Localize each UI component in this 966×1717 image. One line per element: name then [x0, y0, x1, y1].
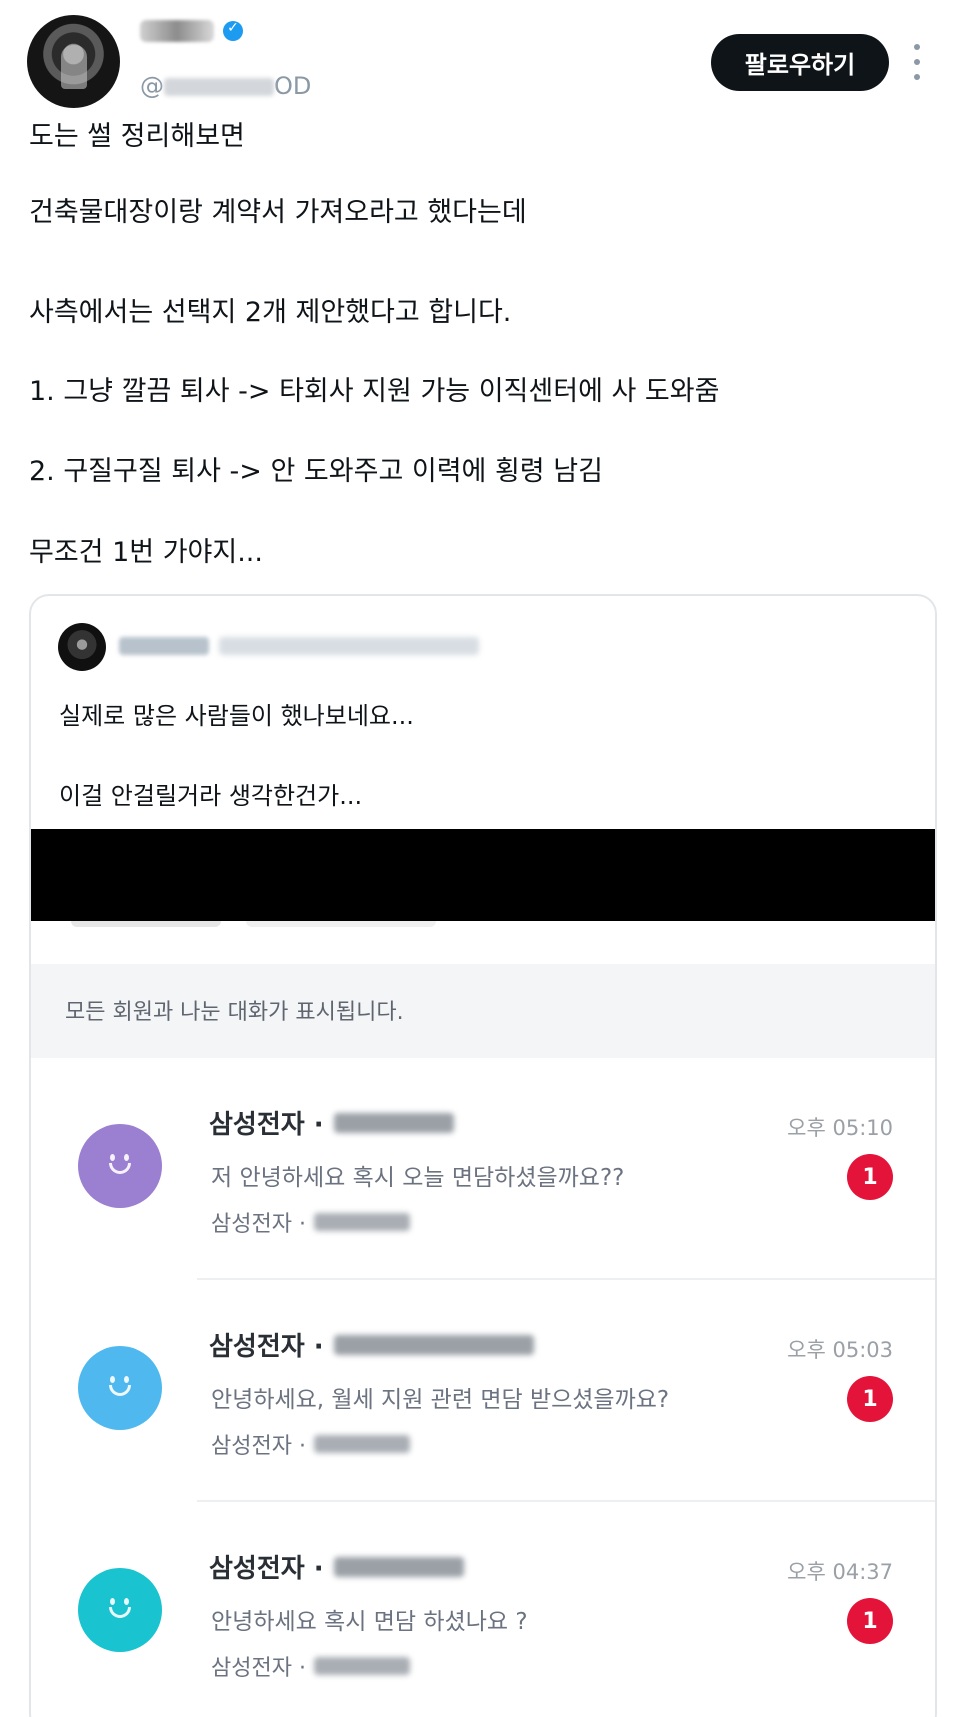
conversation-time: 오후 05:03 — [787, 1338, 893, 1362]
conversation-message: 안녕하세요 혹시 면담 하셨나요 ? — [211, 1609, 528, 1635]
conversation-sub: 삼성전자 · — [211, 1428, 410, 1460]
smiley-avatar-icon — [78, 1124, 162, 1208]
quoted-text-line: 이걸 안걸릴거라 생각한건가... — [59, 782, 363, 810]
conversation-time: 오후 04:37 — [787, 1560, 893, 1584]
quoted-tweet-card[interactable]: 실제로 많은 사람들이 했나보네요... 이걸 안걸릴거라 생각한건가... 모… — [29, 594, 937, 1717]
redacted-name — [333, 1556, 464, 1577]
tweet-text-line: 1. 그냥 깔끔 퇴사 -> 타회사 지원 가능 이직센터에 사 도와줌 — [29, 376, 720, 407]
redacted-name — [333, 1334, 534, 1355]
conversation-sub: 삼성전자 · — [211, 1650, 410, 1682]
smiley-avatar-icon — [78, 1346, 162, 1430]
redacted-id — [313, 1435, 410, 1453]
sub-company: 삼성전자 · — [211, 1434, 306, 1459]
conversation-sub: 삼성전자 · — [211, 1206, 410, 1238]
quoted-author-name-redacted — [119, 637, 209, 655]
quoted-author-handle-redacted — [219, 637, 479, 655]
conversation-item[interactable]: 삼성전자 · 안녕하세요, 월세 지원 관련 면담 받으셨을까요? 삼성전자 ·… — [31, 1280, 935, 1502]
screenshot-tab — [246, 921, 436, 927]
handle-prefix: @ — [140, 72, 164, 100]
handle-redacted — [164, 78, 274, 96]
conversation-item[interactable]: 삼성전자 · 안녕하세요 혹시 면담 하셨나요 ? 삼성전자 · 오후 04:3… — [31, 1502, 935, 1717]
conversation-title: 삼성전자 · — [209, 1548, 464, 1585]
redacted-name — [333, 1112, 454, 1133]
quoted-author-meta — [119, 632, 479, 660]
chat-notice: 모든 회원과 나눈 대화가 표시됩니다. — [31, 964, 935, 1058]
quoted-text-line: 실제로 많은 사람들이 했나보네요... — [59, 702, 414, 730]
company-name: 삼성전자 · — [209, 1110, 324, 1140]
avatar-figure — [61, 45, 87, 89]
conversation-message: 안녕하세요, 월세 지원 관련 면담 받으셨을까요? — [211, 1387, 670, 1413]
follow-button[interactable]: 팔로우하기 — [711, 34, 889, 91]
verified-icon — [223, 20, 244, 41]
redacted-id — [313, 1213, 410, 1231]
more-options-icon[interactable] — [908, 44, 926, 80]
redaction-bar — [31, 829, 935, 921]
company-name: 삼성전자 · — [209, 1332, 324, 1362]
sub-company: 삼성전자 · — [211, 1656, 306, 1681]
screenshot-tabs — [31, 921, 935, 961]
unread-badge: 1 — [847, 1154, 893, 1200]
unread-badge: 1 — [847, 1376, 893, 1422]
redacted-id — [313, 1657, 410, 1675]
author-name[interactable] — [140, 20, 244, 42]
sub-company: 삼성전자 · — [211, 1212, 306, 1237]
author-avatar[interactable] — [27, 15, 120, 108]
conversation-title: 삼성전자 · — [209, 1104, 454, 1141]
tweet-text-line: 무조건 1번 가야지... — [29, 537, 263, 568]
company-name: 삼성전자 · — [209, 1554, 324, 1584]
conversation-title: 삼성전자 · — [209, 1326, 534, 1363]
chat-notice-text: 모든 회원과 나눈 대화가 표시됩니다. — [65, 1000, 404, 1025]
quoted-author-avatar — [58, 623, 106, 671]
conversation-message: 저 안녕하세요 혹시 오늘 면담하셨을까요?? — [211, 1165, 625, 1191]
conversation-time: 오후 05:10 — [787, 1116, 893, 1140]
tweet-text-line: 건축물대장이랑 계약서 가져오라고 했다는데 — [29, 197, 527, 228]
smiley-avatar-icon — [78, 1568, 162, 1652]
tweet-text-line: 2. 구질구질 퇴사 -> 안 도와주고 이력에 횡령 남김 — [29, 456, 603, 487]
tweet-text-line: 사측에서는 선택지 2개 제안했다고 합니다. — [29, 297, 512, 328]
author-handle[interactable]: @ OD — [140, 72, 311, 100]
tweet-text-line: 도는 썰 정리해보면 — [29, 121, 245, 152]
screenshot-tab — [71, 921, 221, 927]
conversation-item[interactable]: 삼성전자 · 저 안녕하세요 혹시 오늘 면담하셨을까요?? 삼성전자 · 오후… — [31, 1058, 935, 1280]
tweet-header: @ OD 팔로우하기 — [0, 0, 966, 120]
author-name-redacted — [140, 20, 214, 42]
handle-suffix: OD — [274, 72, 312, 100]
unread-badge: 1 — [847, 1598, 893, 1644]
